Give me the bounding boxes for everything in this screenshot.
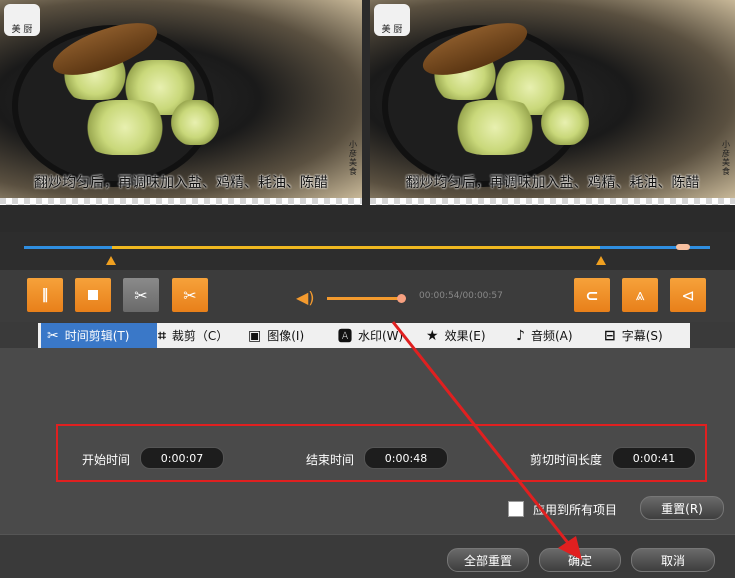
annotation-arrow — [391, 321, 582, 560]
